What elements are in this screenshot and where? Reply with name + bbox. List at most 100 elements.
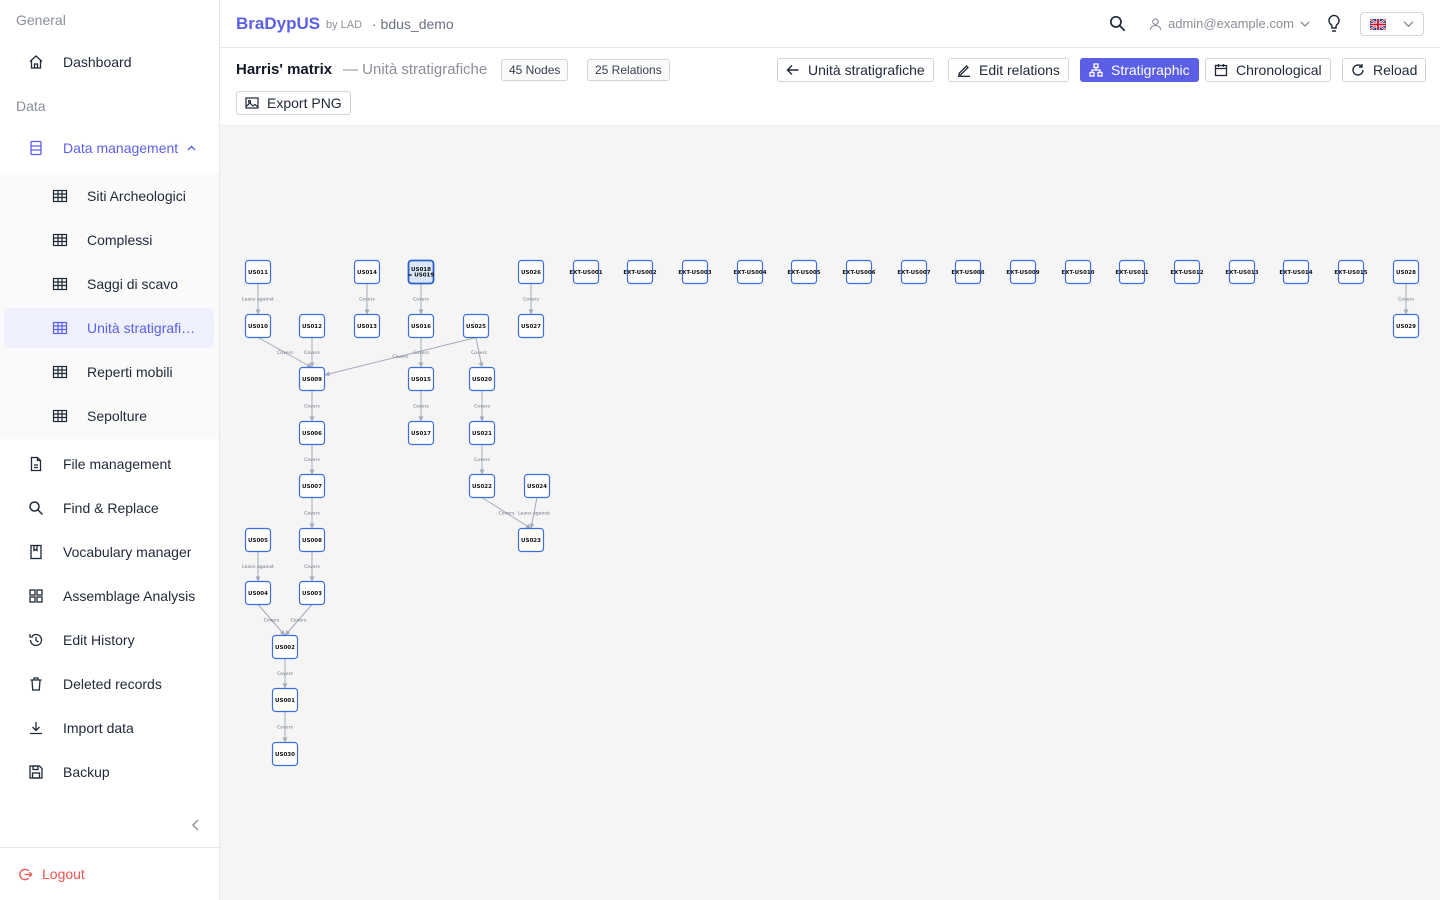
graph-node[interactable]: US028: [1392, 259, 1420, 285]
sidebar-item-label: Backup: [63, 764, 110, 780]
relation-label: Covers: [359, 297, 375, 303]
lightbulb-icon[interactable]: [1326, 14, 1342, 33]
graph-node[interactable]: EXT-US008: [951, 259, 985, 285]
graph-node[interactable]: US008: [298, 527, 326, 553]
arrow-left-icon: [786, 65, 799, 75]
sidebar-item-import-data[interactable]: Import data: [4, 708, 214, 748]
graph-node[interactable]: US003: [298, 580, 326, 606]
node-label: US008: [302, 538, 322, 544]
edit-relations-button[interactable]: Edit relations: [948, 58, 1069, 82]
node-label: EXT-US008: [951, 270, 984, 276]
sidebar-item-assemblage-analysis[interactable]: Assemblage Analysis: [4, 576, 214, 616]
chronological-view-button[interactable]: Chronological: [1205, 58, 1331, 82]
graph-node[interactable]: US018= US019: [407, 259, 435, 285]
graph-node[interactable]: US013: [353, 313, 381, 339]
sidebar-item-complessi[interactable]: Complessi: [4, 220, 214, 260]
graph-node[interactable]: EXT-US015: [1334, 259, 1368, 285]
relation-label: Leans against: [242, 297, 274, 303]
relation-label: Covers: [413, 350, 429, 356]
logout-button[interactable]: Logout: [18, 866, 85, 882]
graph-node[interactable]: US001: [271, 687, 299, 713]
sidebar-item-dashboard[interactable]: Dashboard: [4, 42, 214, 82]
grid-icon: [29, 589, 43, 603]
graph-node[interactable]: US016: [407, 313, 435, 339]
table-icon: [52, 189, 68, 203]
graph-node[interactable]: EXT-US014: [1279, 259, 1313, 285]
graph-node[interactable]: US007: [298, 473, 326, 499]
node-label: US030: [275, 752, 295, 758]
graph-node[interactable]: US006: [298, 420, 326, 446]
sidebar-item-file-management[interactable]: File management: [4, 444, 214, 484]
sidebar-item-label: Unità stratigrafiche: [87, 320, 202, 336]
sidebar-item-unita-stratigrafiche[interactable]: Unità stratigrafiche: [4, 308, 214, 348]
graph-node[interactable]: US005: [244, 527, 272, 553]
sidebar-item-edit-history[interactable]: Edit History: [4, 620, 214, 660]
graph-node[interactable]: US024: [523, 473, 551, 499]
node-label: US015: [411, 377, 431, 383]
node-label: US022: [472, 484, 492, 490]
graph-node[interactable]: US012: [298, 313, 326, 339]
graph-node[interactable]: US023: [517, 527, 545, 553]
node-label: EXT-US013: [1225, 270, 1258, 276]
graph-node[interactable]: US017: [407, 420, 435, 446]
sidebar-item-data-management[interactable]: Data management: [4, 128, 214, 168]
graph-node[interactable]: US020: [468, 366, 496, 392]
graph-node[interactable]: EXT-US012: [1170, 259, 1204, 285]
graph-node[interactable]: US026: [517, 259, 545, 285]
nodes-count-badge: 45 Nodes: [501, 59, 569, 81]
language-select[interactable]: [1360, 12, 1424, 36]
brand-logo[interactable]: BraDypUS: [236, 14, 320, 34]
reload-button[interactable]: Reload: [1342, 58, 1427, 82]
home-icon: [29, 55, 43, 69]
relation-label: Covers: [474, 457, 490, 463]
sidebar-item-reperti-mobili[interactable]: Reperti mobili: [4, 352, 214, 392]
graph-node[interactable]: US014: [353, 259, 381, 285]
graph-node[interactable]: EXT-US002: [623, 259, 657, 285]
graph-node[interactable]: US015: [407, 366, 435, 392]
collapse-sidebar-icon[interactable]: [188, 817, 204, 833]
graph-node[interactable]: EXT-US010: [1061, 259, 1095, 285]
sidebar-item-deleted-records[interactable]: Deleted records: [4, 664, 214, 704]
graph-node[interactable]: EXT-US007: [897, 259, 931, 285]
sidebar-item-vocabulary-manager[interactable]: Vocabulary manager: [4, 532, 214, 572]
graph-node[interactable]: EXT-US011: [1115, 259, 1149, 285]
sidebar-item-saggi-di-scavo[interactable]: Saggi di scavo: [4, 264, 214, 304]
graph-node[interactable]: US027: [517, 313, 545, 339]
graph-node[interactable]: US011: [244, 259, 272, 285]
stratigraphic-view-button[interactable]: Stratigraphic: [1080, 58, 1199, 82]
graph-node[interactable]: EXT-US004: [733, 259, 767, 285]
relation-label: Covers: [291, 618, 307, 624]
graph-node[interactable]: US004: [244, 580, 272, 606]
graph-node[interactable]: US030: [271, 741, 299, 767]
graph-node[interactable]: US010: [244, 313, 272, 339]
back-to-table-button[interactable]: Unità stratigrafiche: [777, 58, 934, 82]
node-label: US024: [527, 484, 547, 490]
graph-node[interactable]: EXT-US013: [1225, 259, 1259, 285]
graph-node[interactable]: US021: [468, 420, 496, 446]
sidebar-item-siti-archeologici[interactable]: Siti Archeologici: [4, 176, 214, 216]
sidebar-item-sepolture[interactable]: Sepolture: [4, 396, 214, 436]
graph-node[interactable]: US025: [462, 313, 490, 339]
harris-matrix-canvas[interactable]: Leans against Covers Covers Covers Covers Cov…: [220, 126, 1440, 900]
harris-matrix-graph[interactable]: Leans against Covers Covers Covers Covers Cov…: [220, 126, 1440, 900]
user-email: admin@example.com: [1168, 16, 1294, 31]
node-label: US028: [1396, 270, 1416, 276]
search-icon[interactable]: [1109, 15, 1126, 32]
node-label: US011: [248, 270, 268, 276]
graph-node[interactable]: EXT-US005: [787, 259, 821, 285]
graph-node[interactable]: EXT-US006: [842, 259, 876, 285]
user-menu[interactable]: admin@example.com: [1149, 16, 1310, 31]
graph-node[interactable]: US022: [468, 473, 496, 499]
graph-node[interactable]: EXT-US009: [1006, 259, 1040, 285]
graph-node[interactable]: US029: [1392, 313, 1420, 339]
graph-node[interactable]: EXT-US001: [569, 259, 603, 285]
sidebar-item-backup[interactable]: Backup: [4, 752, 214, 792]
relation-label: Covers: [264, 618, 280, 624]
graph-node[interactable]: EXT-US003: [678, 259, 712, 285]
export-png-button[interactable]: Export PNG: [236, 91, 351, 115]
history-icon: [29, 633, 43, 647]
graph-node[interactable]: US009: [298, 366, 326, 392]
sidebar-item-find-replace[interactable]: Find & Replace: [4, 488, 214, 528]
graph-node[interactable]: US002: [271, 634, 299, 660]
sidebar-item-label: Import data: [63, 720, 134, 736]
